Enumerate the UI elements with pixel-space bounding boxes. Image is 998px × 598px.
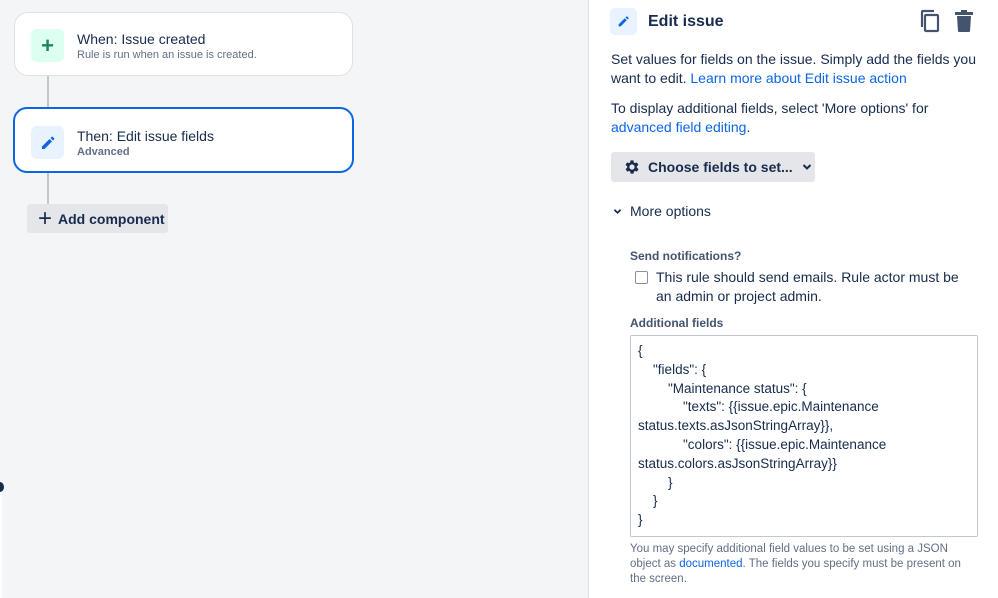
- send-notifications-checkbox[interactable]: [635, 271, 648, 284]
- action-title: Then: Edit issue fields: [77, 128, 214, 144]
- add-component-button[interactable]: + Add component: [27, 204, 168, 233]
- additional-fields-label: Additional fields: [630, 316, 724, 330]
- additional-fields-textarea[interactable]: { "fields": { "Maintenance status": { "t…: [630, 335, 978, 537]
- panel-title: Edit issue: [648, 12, 724, 30]
- rule-canvas: + When: Issue created Rule is run when a…: [0, 0, 589, 598]
- connector-line: [47, 76, 49, 107]
- send-notifications-text: This rule should send emails. Rule actor…: [656, 269, 959, 304]
- copy-icon[interactable]: [918, 9, 942, 33]
- connector-line: [47, 173, 49, 204]
- panel-header: Edit issue: [610, 8, 724, 35]
- plus-icon: +: [38, 204, 53, 232]
- header-actions: [918, 9, 976, 33]
- choose-fields-label: Choose fields to set...: [648, 159, 793, 175]
- trigger-card[interactable]: + When: Issue created Rule is run when a…: [14, 12, 353, 76]
- display-hint-text: To display additional fields, select 'Mo…: [611, 100, 929, 116]
- trash-icon[interactable]: [952, 9, 976, 33]
- additional-fields-help: You may specify additional field values …: [630, 542, 980, 587]
- add-component-label: Add component: [58, 210, 165, 227]
- resize-handle[interactable]: [0, 482, 4, 492]
- chevron-down-icon: [613, 208, 622, 215]
- chevron-down-icon: [802, 163, 812, 171]
- display-hint: To display additional fields, select 'Mo…: [611, 99, 981, 136]
- trigger-subtitle: Rule is run when an issue is created.: [77, 49, 257, 61]
- more-options-label: More options: [630, 203, 711, 219]
- edit-issue-panel: Edit issue Set values for fields on the …: [589, 0, 998, 598]
- edge-line: [0, 492, 2, 598]
- advanced-field-editing-link[interactable]: advanced field editing: [611, 119, 746, 135]
- send-notifications-label: Send notifications?: [630, 249, 742, 263]
- trigger-title: When: Issue created: [77, 31, 206, 47]
- pencil-icon: [610, 8, 637, 35]
- action-card[interactable]: Then: Edit issue fields Advanced: [13, 107, 354, 173]
- description: Set values for fields on the issue. Simp…: [611, 50, 981, 87]
- action-subtitle: Advanced: [77, 146, 130, 158]
- pencil-icon: [31, 126, 64, 159]
- choose-fields-button[interactable]: Choose fields to set...: [611, 152, 815, 182]
- learn-more-link[interactable]: Learn more about Edit issue action: [690, 70, 906, 86]
- documented-link[interactable]: documented: [679, 558, 742, 570]
- display-hint-end: .: [746, 118, 751, 135]
- gear-icon: [623, 158, 641, 176]
- plus-icon: +: [31, 29, 64, 62]
- more-options-toggle[interactable]: More options: [613, 203, 711, 219]
